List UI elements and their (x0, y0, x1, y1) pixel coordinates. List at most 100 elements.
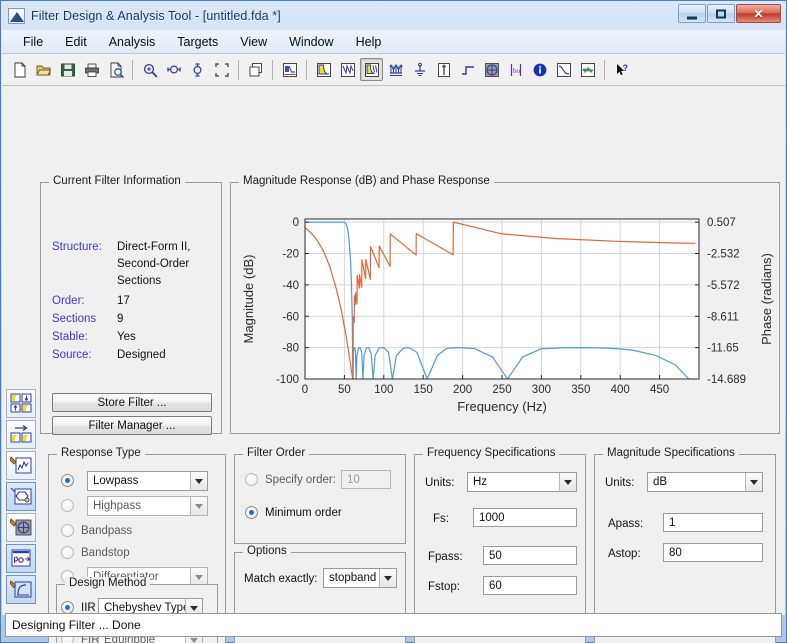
lowpass-combo[interactable]: Lowpass (87, 471, 208, 491)
chevron-down-icon[interactable] (559, 473, 576, 491)
fstop-label: Fstop: (428, 581, 460, 593)
response-type-bandstop-row[interactable]: Bandstop (61, 546, 130, 559)
magnitude-units-combo[interactable]: dB (647, 472, 763, 492)
group-delay-icon (388, 62, 404, 78)
filter-manager-button[interactable]: Filter Manager ... (52, 416, 212, 435)
specify-order-input[interactable]: 10 (341, 470, 391, 489)
minimize-button[interactable] (678, 4, 706, 23)
lowpass-radio[interactable] (61, 474, 74, 487)
bandstop-radio[interactable] (61, 546, 74, 559)
print-preview-button[interactable] (104, 58, 127, 81)
group-delay-button[interactable] (384, 58, 407, 81)
svg-text:0.507: 0.507 (707, 217, 736, 229)
phase-delay-button[interactable] (408, 58, 431, 81)
restore-default-button[interactable] (244, 58, 267, 81)
fpass-label: Fpass: (428, 551, 463, 563)
side-tool-strip (6, 389, 36, 611)
sections-value: 9 (117, 313, 124, 325)
astop-input[interactable]: 80 (663, 543, 763, 562)
zoom-x-button[interactable] (162, 58, 185, 81)
filter-app-icon (8, 7, 25, 24)
chevron-down-icon[interactable] (745, 473, 762, 491)
menu-file[interactable]: File (12, 32, 54, 52)
highpass-radio[interactable] (61, 499, 74, 512)
menu-targets[interactable]: Targets (166, 32, 229, 52)
response-type-bandpass-row[interactable]: Bandpass (61, 524, 132, 537)
impulse-response-button[interactable] (432, 58, 455, 81)
apass-input[interactable]: 1 (663, 513, 763, 532)
filter-information-button[interactable] (528, 58, 551, 81)
status-text: Designing Filter ... Done (12, 618, 141, 632)
pole-zero-plot-button[interactable] (480, 58, 503, 81)
fs-input[interactable]: 1000 (473, 508, 577, 527)
step-response-button[interactable] (456, 58, 479, 81)
bandpass-radio[interactable] (61, 524, 74, 537)
minimum-order-radio[interactable] (245, 506, 258, 519)
svg-text:-5.572: -5.572 (707, 280, 740, 292)
store-filter-button[interactable]: Store Filter ... (52, 393, 212, 412)
menu-view[interactable]: View (229, 32, 278, 52)
zoom-y-button[interactable] (186, 58, 209, 81)
match-exactly-value: stopband (329, 572, 377, 584)
open-session-button[interactable] (32, 58, 55, 81)
response-plot[interactable]: 0 50 100 150 200 250 300 350 400 450 0 -20 -40 -60 -80… (231, 183, 779, 433)
magnitude-estimate-button[interactable] (552, 58, 575, 81)
design-filter-side-button[interactable] (6, 389, 36, 418)
fstop-input[interactable]: 60 (483, 576, 577, 595)
impulse-response-icon (436, 62, 452, 78)
options-title: Options (243, 545, 291, 557)
toolbar-separator (132, 59, 133, 80)
realize-model-side-button[interactable] (6, 482, 36, 511)
svg-text:450: 450 (650, 384, 669, 396)
svg-text:350: 350 (571, 384, 590, 396)
menu-window[interactable]: Window (278, 32, 344, 52)
chevron-down-icon[interactable] (379, 569, 396, 587)
filter-specifications-button[interactable] (278, 58, 301, 81)
window-controls: ✕ (678, 4, 781, 23)
transform-filter-side-button[interactable] (6, 575, 36, 604)
filter-coefficients-button[interactable]: bo (504, 58, 527, 81)
quantize-filter-side-icon (9, 455, 32, 476)
quantize-filter-side-button[interactable] (6, 451, 36, 480)
frequency-units-combo[interactable]: Hz (467, 472, 577, 492)
save-session-button[interactable] (56, 58, 79, 81)
new-filter-button[interactable] (8, 58, 31, 81)
magnitude-response-icon (316, 62, 332, 78)
full-view-button[interactable] (210, 58, 233, 81)
set-quantization-side-button[interactable] (6, 544, 36, 573)
phase-response-button[interactable] (336, 58, 359, 81)
fpass-input[interactable]: 50 (483, 546, 577, 565)
save-session-icon (60, 62, 76, 78)
zoom-in-button[interactable] (138, 58, 161, 81)
magnitude-response-button[interactable] (312, 58, 335, 81)
chevron-down-icon[interactable] (190, 472, 207, 490)
import-filter-side-button[interactable] (6, 420, 36, 449)
frequency-units-label: Units: (425, 477, 455, 489)
pole-zero-editor-side-button[interactable] (6, 513, 36, 542)
specify-order-label: Specify order: (265, 473, 336, 486)
print-button[interactable] (80, 58, 103, 81)
maximize-button[interactable] (707, 4, 735, 23)
magnitude-and-phase-button[interactable] (360, 58, 383, 81)
response-type-highpass-row[interactable] (61, 499, 74, 512)
menu-analysis[interactable]: Analysis (98, 32, 167, 52)
chevron-down-icon[interactable] (190, 497, 207, 515)
context-help-button[interactable]: ? (610, 58, 633, 81)
realize-model-side-icon (10, 486, 32, 507)
order-label: Order: (52, 295, 85, 307)
minimum-order-row[interactable]: Minimum order (245, 506, 342, 519)
close-button[interactable]: ✕ (736, 4, 781, 23)
specify-order-row[interactable]: Specify order: (245, 473, 336, 486)
new-filter-icon (12, 62, 28, 78)
lowpass-combo-value: Lowpass (93, 475, 139, 487)
match-exactly-combo[interactable]: stopband (323, 568, 397, 588)
menu-help[interactable]: Help (345, 32, 393, 52)
response-type-lowpass-row[interactable] (61, 474, 74, 487)
svg-text:-80: -80 (282, 343, 299, 355)
menu-edit[interactable]: Edit (54, 32, 98, 52)
specify-order-radio[interactable] (245, 473, 258, 486)
import-filter-side-icon (10, 424, 32, 445)
highpass-combo[interactable]: Highpass (87, 496, 208, 516)
round-off-noise-button[interactable] (576, 58, 599, 81)
svg-text:-20: -20 (282, 249, 299, 261)
